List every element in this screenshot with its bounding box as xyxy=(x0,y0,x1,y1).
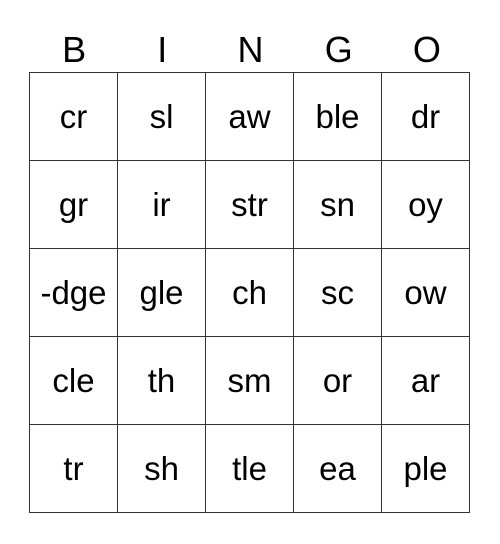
bingo-cell[interactable]: sc xyxy=(293,248,382,337)
header-letter: O xyxy=(412,29,441,70)
bingo-cell[interactable]: ar xyxy=(381,336,470,425)
bingo-row: cle th sm or ar xyxy=(29,336,470,425)
bingo-cell[interactable]: cle xyxy=(29,336,118,425)
bingo-cell[interactable]: dr xyxy=(381,72,470,161)
bingo-cell[interactable]: aw xyxy=(205,72,294,161)
header-letter: G xyxy=(324,29,353,70)
bingo-row: gr ir str sn oy xyxy=(29,160,470,249)
bingo-cell[interactable]: oy xyxy=(381,160,470,249)
bingo-cell[interactable]: ble xyxy=(293,72,382,161)
bingo-row: tr sh tle ea ple xyxy=(29,424,470,513)
bingo-cell[interactable]: ea xyxy=(293,424,382,513)
bingo-row: -dge gle ch sc ow xyxy=(29,248,470,337)
bingo-cell[interactable]: sn xyxy=(293,160,382,249)
bingo-cell[interactable]: ow xyxy=(381,248,470,337)
bingo-grid: cr sl aw ble dr gr ir str sn oy -dge gle ch sc ow cle th… xyxy=(29,72,470,513)
bingo-cell[interactable]: gr xyxy=(29,160,118,249)
bingo-cell[interactable]: ir xyxy=(117,160,206,249)
bingo-cell[interactable]: or xyxy=(293,336,382,425)
bingo-cell[interactable]: cr xyxy=(29,72,118,161)
header-letter: B xyxy=(62,29,87,70)
bingo-cell[interactable]: -dge xyxy=(29,248,118,337)
bingo-cell[interactable]: th xyxy=(117,336,206,425)
bingo-cell[interactable]: sl xyxy=(117,72,206,161)
bingo-row: cr sl aw ble dr xyxy=(29,72,470,161)
bingo-cell[interactable]: str xyxy=(205,160,294,249)
bingo-cell[interactable]: ple xyxy=(381,424,470,513)
bingo-cell[interactable]: gle xyxy=(117,248,206,337)
bingo-cell[interactable]: ch xyxy=(205,248,294,337)
bingo-cell[interactable]: sm xyxy=(205,336,294,425)
bingo-header: B I N G O xyxy=(30,28,471,72)
header-letter: I xyxy=(157,29,168,70)
header-letter: N xyxy=(237,29,264,70)
bingo-cell[interactable]: sh xyxy=(117,424,206,513)
bingo-cell[interactable]: tr xyxy=(29,424,118,513)
bingo-cell[interactable]: tle xyxy=(205,424,294,513)
